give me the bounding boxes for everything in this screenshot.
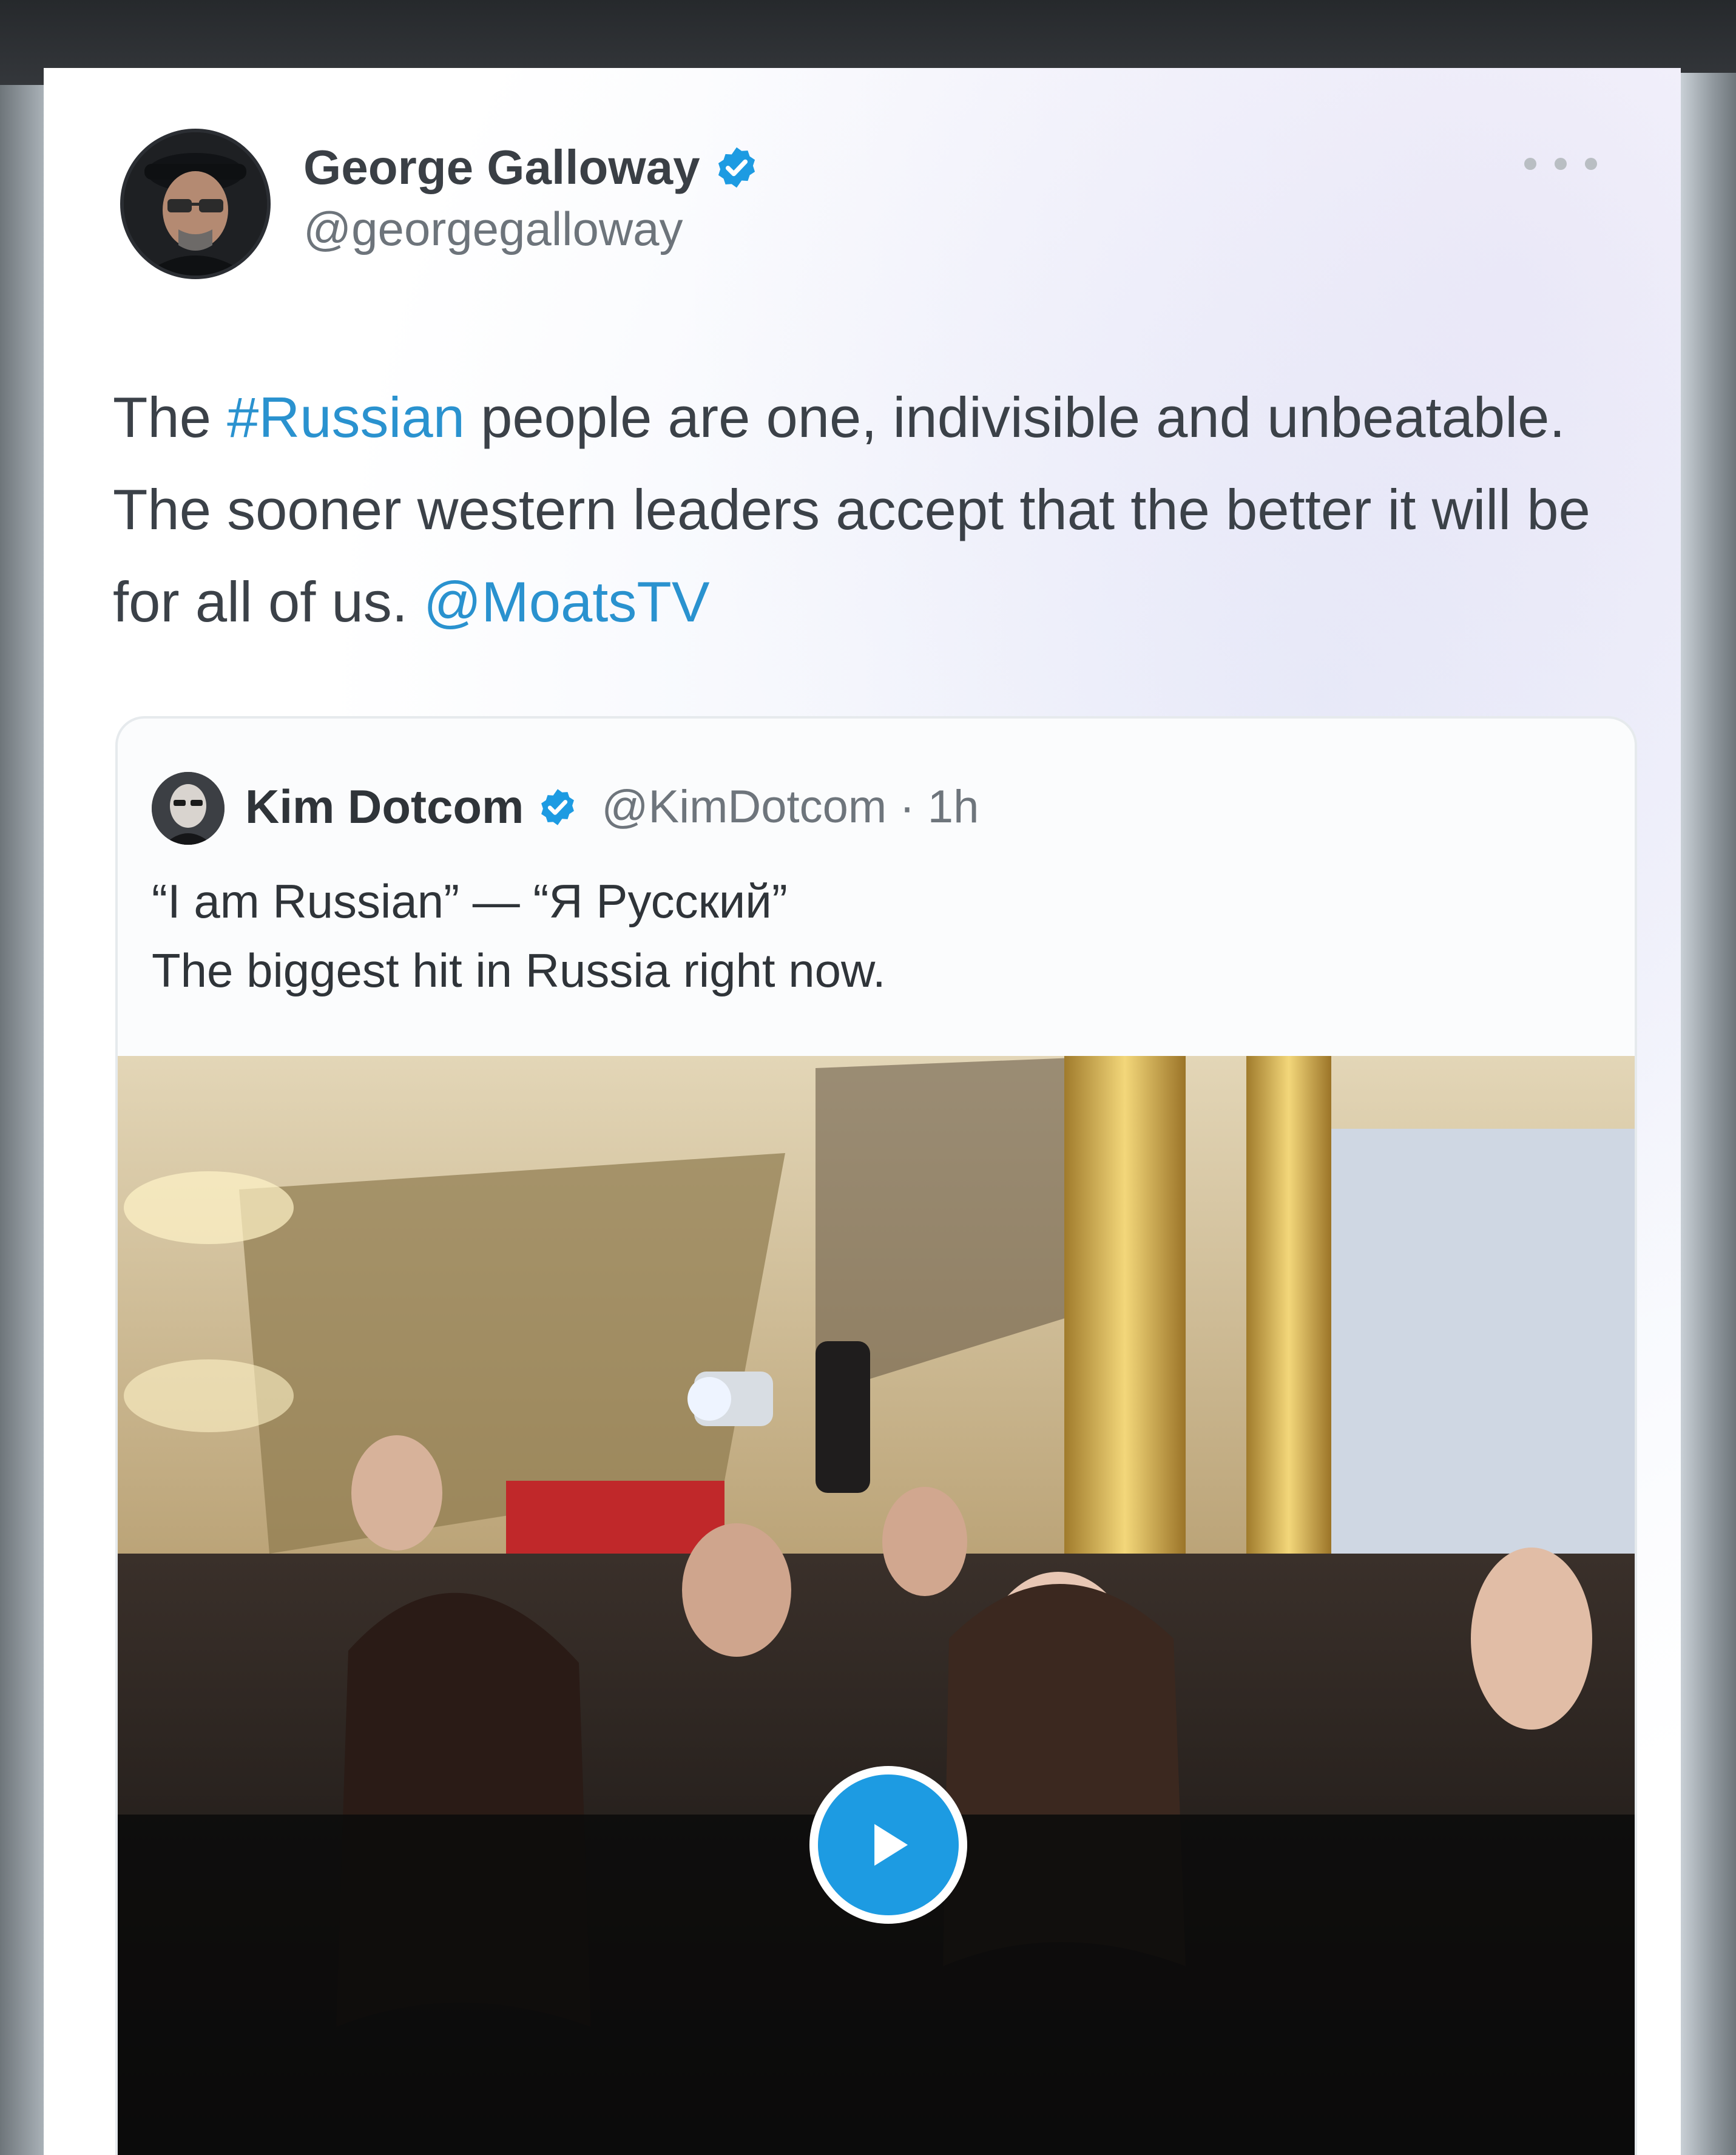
quoted-text-line: The biggest hit in Russia right now. [152, 944, 886, 997]
quoted-tweet-card[interactable]: Kim Dotcom @KimDotcom · 1h “I am Russian… [115, 716, 1637, 2155]
tweet-text-part: The [113, 385, 228, 449]
more-dot-icon [1585, 158, 1597, 170]
mention-link[interactable]: @MoatsTV [424, 570, 710, 634]
separator-dot: · [887, 781, 928, 833]
more-dot-icon [1555, 158, 1567, 170]
hashtag-link[interactable]: #Russian [227, 385, 465, 449]
play-icon [874, 1824, 908, 1866]
video-player[interactable] [118, 1056, 1635, 2155]
quoted-author-name[interactable]: Kim Dotcom [245, 779, 524, 834]
verified-badge-icon [718, 147, 755, 188]
author-display-name[interactable]: George Galloway [303, 140, 700, 195]
verified-badge-icon [541, 788, 575, 825]
screen-edge-left [0, 85, 44, 2155]
quoted-author-avatar[interactable] [152, 772, 225, 845]
author-avatar[interactable] [120, 129, 271, 279]
quoted-text-line: “I am Russian” — “Я Русский” [152, 875, 788, 928]
quoted-author-handle[interactable]: @KimDotcom [601, 781, 887, 833]
tweet-card[interactable]: George Galloway @georgegalloway The #Rus… [44, 68, 1681, 2155]
more-dot-icon [1524, 158, 1536, 170]
author-name-row[interactable]: George Galloway [303, 140, 760, 195]
play-button[interactable] [809, 1766, 967, 1924]
quoted-handle-time: @KimDotcom · 1h [601, 780, 979, 833]
quoted-timestamp[interactable]: 1h [928, 781, 979, 833]
author-handle[interactable]: @georgegalloway [303, 201, 683, 257]
avatar-portrait-icon [124, 132, 267, 276]
quoted-author-row[interactable]: Kim Dotcom @KimDotcom · 1h [245, 779, 979, 834]
more-options-button[interactable] [1524, 146, 1597, 182]
quoted-tweet-text: “I am Russian” — “Я Русский” The biggest… [152, 867, 1596, 1005]
quoted-avatar-portrait-icon [152, 772, 225, 845]
video-thumbnail [118, 1056, 1635, 2155]
tweet-text: The #Russian people are one, indivisible… [113, 371, 1666, 648]
screen-edge-right [1681, 73, 1736, 2155]
